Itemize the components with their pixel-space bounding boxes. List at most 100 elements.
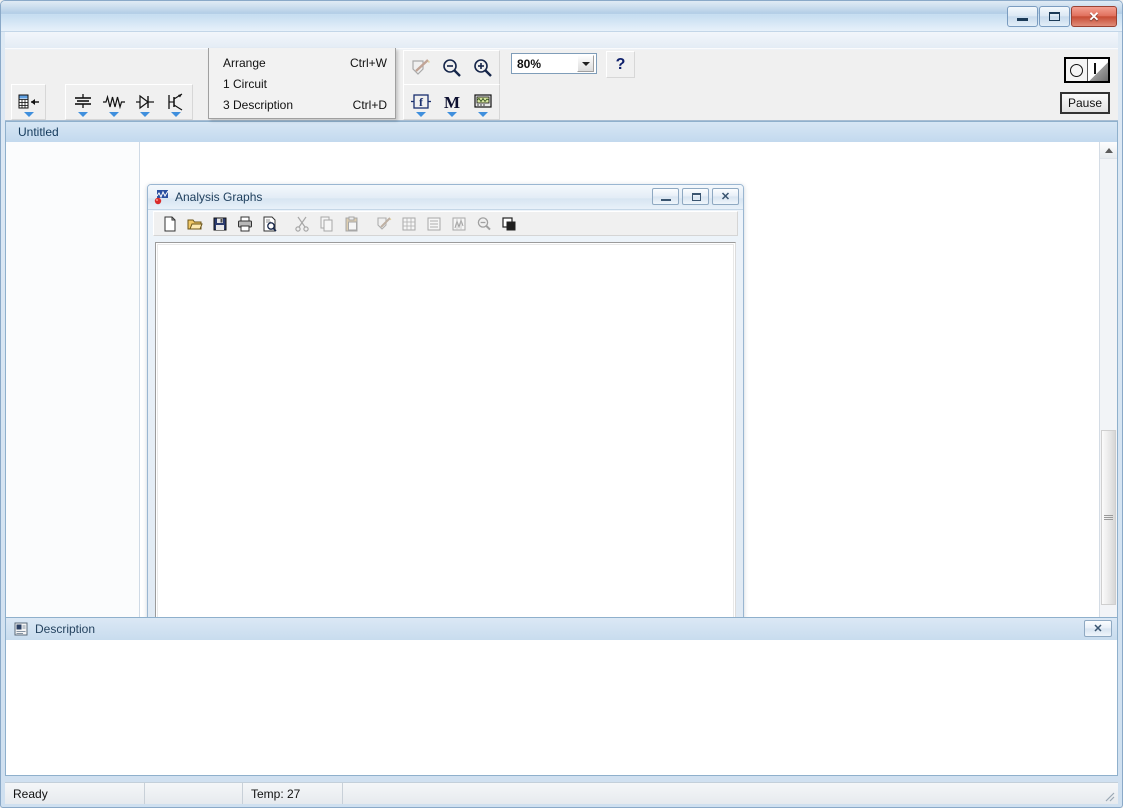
analysis-graph-plot-area xyxy=(157,244,734,651)
zoom-out-icon xyxy=(442,59,461,77)
window-controls: ✕ xyxy=(1007,6,1117,27)
power-switch-on-icon xyxy=(1086,59,1108,81)
chevron-down-icon[interactable] xyxy=(23,112,34,117)
pen-shield-icon xyxy=(376,216,391,230)
analysis-restore-button[interactable] xyxy=(682,188,709,205)
chevron-down-icon[interactable] xyxy=(108,112,119,117)
chevron-down-icon[interactable] xyxy=(577,55,594,72)
help-button[interactable]: ? xyxy=(606,51,635,78)
analysis-graphs-title-bar: Analysis Graphs ✕ xyxy=(148,185,743,210)
status-bar: Ready Temp: 27 xyxy=(5,782,1118,804)
zoom-out-icon xyxy=(477,216,491,230)
new-document-icon xyxy=(164,216,175,231)
restore-icon xyxy=(692,193,701,201)
chevron-down-icon[interactable] xyxy=(77,112,88,117)
properties-button[interactable] xyxy=(371,212,396,235)
description-editor[interactable] xyxy=(6,640,1117,775)
component-toolbar xyxy=(65,84,193,120)
analysis-graph-canvas[interactable] xyxy=(155,242,736,653)
restore-windows-icon xyxy=(501,216,515,230)
maximize-icon xyxy=(1049,12,1060,21)
description-close-button[interactable]: ✕ xyxy=(1084,620,1112,637)
toolbar-top-edge xyxy=(5,48,1118,50)
document-tab-untitled[interactable]: Untitled xyxy=(18,125,59,139)
zoom-out-button[interactable] xyxy=(436,51,467,85)
svg-text:M: M xyxy=(443,93,459,111)
close-icon: ✕ xyxy=(1088,8,1100,24)
title-bar: ✕ xyxy=(1,1,1122,32)
function-f-icon: f xyxy=(410,94,431,109)
resize-grip-icon[interactable] xyxy=(1102,789,1116,803)
close-button[interactable]: ✕ xyxy=(1071,6,1117,27)
zoom-in-button[interactable] xyxy=(467,51,498,85)
view-dropdown-menu: Arrange Ctrl+W 1 Circuit 3 Description C… xyxy=(208,48,396,119)
power-switch-off-icon xyxy=(1066,59,1087,81)
zoom-level-combo[interactable]: 80% xyxy=(511,53,597,74)
chevron-down-icon[interactable] xyxy=(170,112,181,117)
grid-icon xyxy=(402,217,415,230)
place-component-button[interactable] xyxy=(13,85,44,119)
chevron-down-icon[interactable] xyxy=(415,112,426,117)
analysis-graphs-window[interactable]: Analysis Graphs ✕ xyxy=(147,184,744,654)
analysis-minimize-button[interactable] xyxy=(652,188,679,205)
print-preview-button[interactable] xyxy=(257,212,282,235)
toggle-fullscreen-button[interactable] xyxy=(405,51,436,85)
title-bar-glass xyxy=(1,1,1122,15)
place-source-button[interactable] xyxy=(67,85,98,119)
zoom-restore-button[interactable] xyxy=(471,212,496,235)
place-analog-button[interactable]: f xyxy=(405,85,436,119)
toolbar-separator xyxy=(364,213,371,234)
cut-button[interactable] xyxy=(289,212,314,235)
new-graph-button[interactable] xyxy=(157,212,182,235)
toolbar-zone: 80% ? f M Pause xyxy=(5,48,1118,121)
menu-item-description[interactable]: 3 Description Ctrl+D xyxy=(209,94,395,115)
toggle-legend-button[interactable] xyxy=(421,212,446,235)
view-toolbar xyxy=(403,50,500,86)
menu-item-circuit[interactable]: 1 Circuit xyxy=(209,73,395,94)
place-instrument-button[interactable] xyxy=(467,85,498,119)
copy-icon xyxy=(320,216,332,231)
pause-button[interactable]: Pause xyxy=(1060,92,1110,114)
printer-icon xyxy=(237,216,252,231)
chevron-down-icon[interactable] xyxy=(139,112,150,117)
scroll-up-button[interactable] xyxy=(1100,142,1117,159)
menu-bar[interactable] xyxy=(5,32,1118,49)
menu-item-label: 3 Description xyxy=(223,97,294,112)
chevron-down-icon[interactable] xyxy=(446,112,457,117)
paste-button[interactable] xyxy=(339,212,364,235)
scroll-thumb[interactable] xyxy=(1101,430,1116,605)
simulation-toolbar: f M xyxy=(403,84,500,120)
letter-m-icon: M xyxy=(443,93,459,111)
open-graph-button[interactable] xyxy=(182,212,207,235)
place-transistor-button[interactable] xyxy=(160,85,191,119)
toggle-grid-button[interactable] xyxy=(396,212,421,235)
paste-icon xyxy=(345,216,357,231)
run-stop-switch[interactable] xyxy=(1064,57,1110,83)
instrument-icon xyxy=(473,94,492,108)
analysis-close-button[interactable]: ✕ xyxy=(712,188,739,205)
zoom-level-value: 80% xyxy=(517,56,542,71)
resistor-icon xyxy=(102,94,125,110)
save-disk-icon xyxy=(213,217,226,230)
place-basic-button[interactable] xyxy=(98,85,129,119)
maximize-button[interactable] xyxy=(1039,6,1070,27)
description-panel: Description ✕ xyxy=(5,617,1118,776)
place-toolbar xyxy=(11,84,46,120)
open-folder-icon xyxy=(187,219,203,229)
menu-item-arrange[interactable]: Arrange Ctrl+W xyxy=(209,52,395,73)
restore-view-button[interactable] xyxy=(496,212,521,235)
minimize-button[interactable] xyxy=(1007,6,1038,27)
minimize-icon xyxy=(661,199,671,201)
place-diode-button[interactable] xyxy=(129,85,160,119)
save-graph-button[interactable] xyxy=(207,212,232,235)
copy-button[interactable] xyxy=(314,212,339,235)
print-graph-button[interactable] xyxy=(232,212,257,235)
toggle-cursor-button[interactable] xyxy=(446,212,471,235)
chevron-down-icon[interactable] xyxy=(477,112,488,117)
cursor-waveform-icon xyxy=(452,217,465,230)
analysis-graphs-icon xyxy=(154,190,169,205)
place-misc-button[interactable]: M xyxy=(436,85,467,119)
application-window: ✕ 80% ? f M Pause Arrange Ctrl+W 1 Circu… xyxy=(0,0,1123,808)
document-tab-strip: Untitled xyxy=(6,122,1117,143)
description-panel-header: Description ✕ xyxy=(6,618,1117,641)
